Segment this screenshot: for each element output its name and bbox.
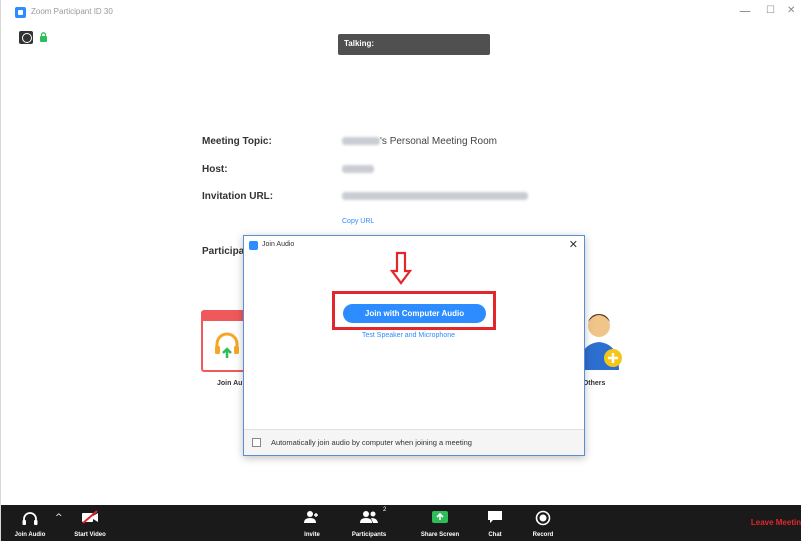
maximize-button[interactable]: ☐ (766, 5, 775, 16)
record-icon (535, 510, 551, 526)
add-person-icon (304, 511, 318, 523)
video-off-icon (82, 510, 98, 524)
title-bar: Zoom Participant ID 30 — ☐ ✕ (1, 0, 801, 26)
meeting-topic-label: Meeting Topic: (202, 136, 272, 147)
join-audio-label: Join Audio (14, 532, 46, 538)
invite-button[interactable]: Invite (297, 505, 327, 541)
zoom-logo-icon (249, 241, 258, 250)
zoom-window: Zoom Participant ID 30 — ☐ ✕ Talking: Me… (0, 0, 801, 541)
auto-join-label: Automatically join audio by computer whe… (271, 438, 472, 447)
record-button[interactable]: Record (528, 505, 558, 541)
auto-join-checkbox[interactable] (252, 438, 261, 447)
redacted-host (342, 165, 374, 174)
share-screen-icon (432, 511, 448, 523)
window-title: Zoom Participant ID 30 (31, 7, 113, 16)
redacted-url (342, 192, 528, 201)
share-screen-button[interactable]: Share Screen (415, 505, 465, 541)
invite-label: Invite (304, 532, 320, 538)
dialog-title: Join Audio (262, 241, 295, 248)
talking-indicator: Talking: (338, 34, 490, 55)
participants-button[interactable]: 2 Participants (349, 505, 389, 541)
close-window-button[interactable]: ✕ (787, 5, 795, 16)
meeting-topic-value: 's Personal Meeting Room (342, 136, 497, 147)
headphones-icon (215, 332, 239, 358)
copy-url-link[interactable]: Copy URL (342, 218, 374, 225)
leave-meeting-button[interactable]: Leave Meeting (751, 518, 801, 527)
lock-icon (40, 32, 47, 42)
meeting-info-icon[interactable] (19, 31, 33, 44)
participant-id-label: Participa (202, 246, 245, 257)
invitation-url-value (342, 191, 528, 202)
join-computer-audio-button[interactable]: Join with Computer Audio (343, 304, 486, 323)
invitation-url-label: Invitation URL: (202, 191, 274, 202)
dialog-close-button[interactable]: ✕ (569, 238, 578, 251)
start-video-button[interactable]: Start Video (67, 505, 113, 541)
share-screen-label: Share Screen (420, 532, 460, 538)
participants-count: 2 (383, 507, 387, 513)
test-speaker-link[interactable]: Test Speaker and Microphone (362, 332, 455, 339)
headphones-icon (22, 512, 38, 525)
zoom-logo-icon (15, 7, 26, 18)
meeting-toolbar: Join Audio ^ Start Video Invite 2 Partic… (1, 505, 801, 541)
join-audio-tile[interactable] (201, 310, 249, 372)
chat-button[interactable]: Chat (481, 505, 509, 541)
start-video-label: Start Video (74, 532, 106, 538)
chat-label: Chat (488, 532, 502, 538)
join-audio-button[interactable]: Join Audio (9, 505, 51, 541)
record-label: Record (532, 532, 554, 538)
join-audio-tile-label: Join Au (217, 380, 243, 387)
participants-label: Participants (351, 532, 387, 538)
minimize-button[interactable]: — (739, 4, 751, 18)
dialog-footer: Automatically join audio by computer whe… (244, 429, 584, 455)
participants-icon (360, 511, 378, 523)
audio-options-chevron-icon[interactable]: ^ (55, 513, 63, 523)
meeting-topic-suffix: 's Personal Meeting Room (380, 136, 497, 147)
down-arrow-icon (390, 251, 412, 285)
chat-icon (488, 511, 502, 523)
redacted-name (342, 137, 380, 146)
host-value (342, 164, 374, 175)
host-label: Host: (202, 164, 228, 175)
join-audio-dialog: Join Audio ✕ Join with Computer Audio Te… (243, 235, 585, 456)
